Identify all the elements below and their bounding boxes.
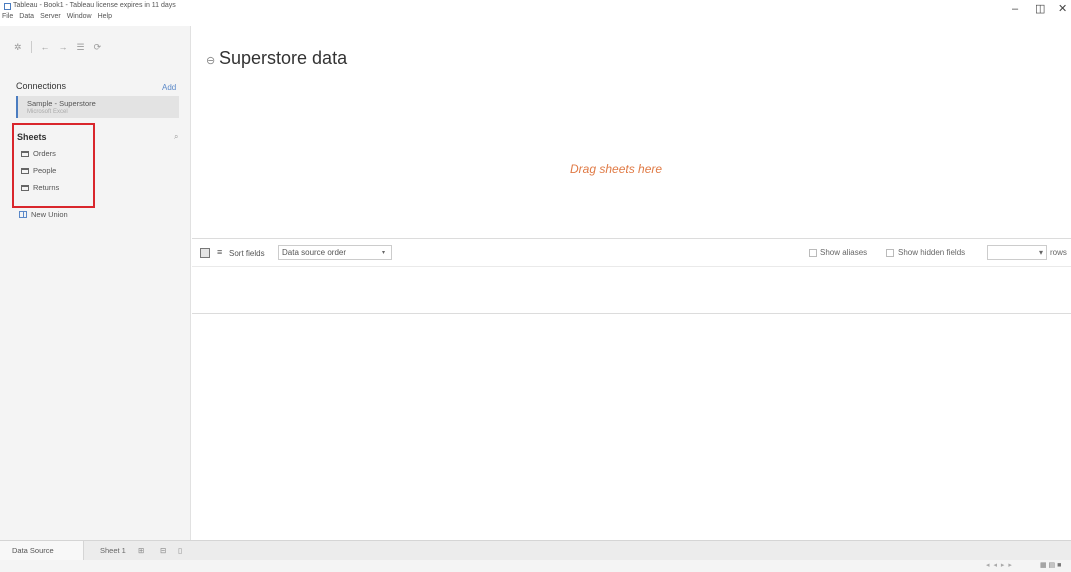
- show-aliases-checkbox[interactable]: [809, 249, 817, 257]
- sheet-item-orders[interactable]: Orders: [21, 149, 56, 158]
- sheet-label: People: [33, 166, 57, 175]
- new-union-item[interactable]: New Union: [19, 210, 68, 219]
- show-hidden-fields-label: Show hidden fields: [898, 248, 966, 257]
- tab-data-source-label: Data Source: [12, 546, 54, 555]
- menu-help[interactable]: Help: [98, 13, 112, 25]
- sort-fields-label: Sort fields: [229, 249, 265, 258]
- show-hidden-fields-checkbox[interactable]: [886, 249, 894, 257]
- chevron-down-icon: ▾: [381, 250, 385, 256]
- new-story-icon[interactable]: ▯: [178, 546, 182, 555]
- tableau-window: Tableau - Book1 - Tableau license expire…: [0, 0, 1071, 572]
- new-union-label: New Union: [31, 210, 68, 219]
- sheets-highlight-box: Sheets Orders People Returns: [12, 123, 95, 208]
- new-worksheet-icon[interactable]: ⊞: [138, 546, 144, 555]
- tab-data-source[interactable]: Data Source: [0, 541, 84, 560]
- toolbar-divider: [30, 41, 32, 53]
- data-grid[interactable]: [192, 267, 1071, 314]
- connection-name: Sample - Superstore: [27, 99, 96, 108]
- sheet-tab-bar: Data Source Sheet 1 ⊞ ⊟ ▯: [0, 540, 1071, 560]
- list-view-icon[interactable]: ≡: [217, 247, 222, 257]
- forward-icon[interactable]: →: [59, 42, 68, 52]
- refresh-icon[interactable]: ⟳: [94, 42, 102, 53]
- menu-server[interactable]: Server: [40, 13, 61, 25]
- sort-fields-value: Data source order: [282, 248, 347, 257]
- view-toggle-icons[interactable]: ▦ ▤ ■: [1040, 561, 1061, 569]
- title-bar: Tableau - Book1 - Tableau license expire…: [0, 0, 1071, 15]
- sheets-title: Sheets: [17, 132, 47, 142]
- table-icon: [21, 150, 29, 157]
- add-connection-link[interactable]: Add: [162, 83, 176, 92]
- menu-file[interactable]: File: [2, 13, 13, 25]
- back-icon[interactable]: ←: [41, 42, 50, 52]
- sheet-item-people[interactable]: People: [21, 166, 56, 175]
- grid-view-icon[interactable]: [200, 248, 210, 258]
- table-icon: [21, 167, 29, 174]
- rows-label: rows: [1050, 248, 1067, 257]
- maximize-button[interactable]: ◫: [1035, 4, 1045, 15]
- show-aliases-label: Show aliases: [820, 248, 868, 257]
- rows-caret-icon: ▾: [1038, 248, 1043, 257]
- menu-data[interactable]: Data: [19, 13, 34, 25]
- save-icon[interactable]: ☰: [77, 42, 85, 53]
- datasource-icon: ⊖: [206, 55, 216, 67]
- rows-input[interactable]: ▾: [987, 245, 1047, 260]
- toolbar: ✲ ← → ☰ ⟳: [14, 41, 110, 53]
- sort-fields-select[interactable]: Data source order ▾: [278, 245, 392, 260]
- home-icon[interactable]: ✲: [14, 42, 22, 53]
- sheet-label: Returns: [33, 183, 60, 192]
- connection-item[interactable]: Sample - Superstore Microsoft Excel: [16, 96, 179, 118]
- tableau-app-icon: [4, 3, 11, 10]
- pagination-dots[interactable]: ◂ ◂ ▸ ▸: [986, 561, 1013, 569]
- minimize-button[interactable]: –: [1012, 4, 1018, 15]
- connection-type: Microsoft Excel: [27, 109, 68, 115]
- close-button[interactable]: ✕: [1058, 4, 1067, 15]
- sheet-label: Orders: [33, 149, 56, 158]
- sheet-item-returns[interactable]: Returns: [21, 183, 59, 192]
- drag-sheets-hint: Drag sheets here: [570, 162, 663, 176]
- new-dashboard-icon[interactable]: ⊟: [160, 546, 166, 555]
- status-bar: ◂ ◂ ▸ ▸ ▦ ▤ ■: [0, 560, 1071, 572]
- menu-window[interactable]: Window: [67, 13, 92, 25]
- tab-sheet-1[interactable]: Sheet 1: [100, 546, 126, 555]
- menu-bar: File Data Server Window Help: [2, 13, 118, 25]
- datasource-title[interactable]: Superstore data: [219, 48, 347, 69]
- table-icon: [21, 184, 29, 191]
- grid-toolbar: ≡ Sort fields Data source order ▾ Show a…: [192, 238, 1071, 267]
- connections-title: Connections: [16, 81, 67, 91]
- search-sheets-icon[interactable]: ⌕: [174, 132, 178, 142]
- window-title: Tableau - Book1 - Tableau license expire…: [13, 2, 176, 9]
- union-icon: [19, 211, 27, 218]
